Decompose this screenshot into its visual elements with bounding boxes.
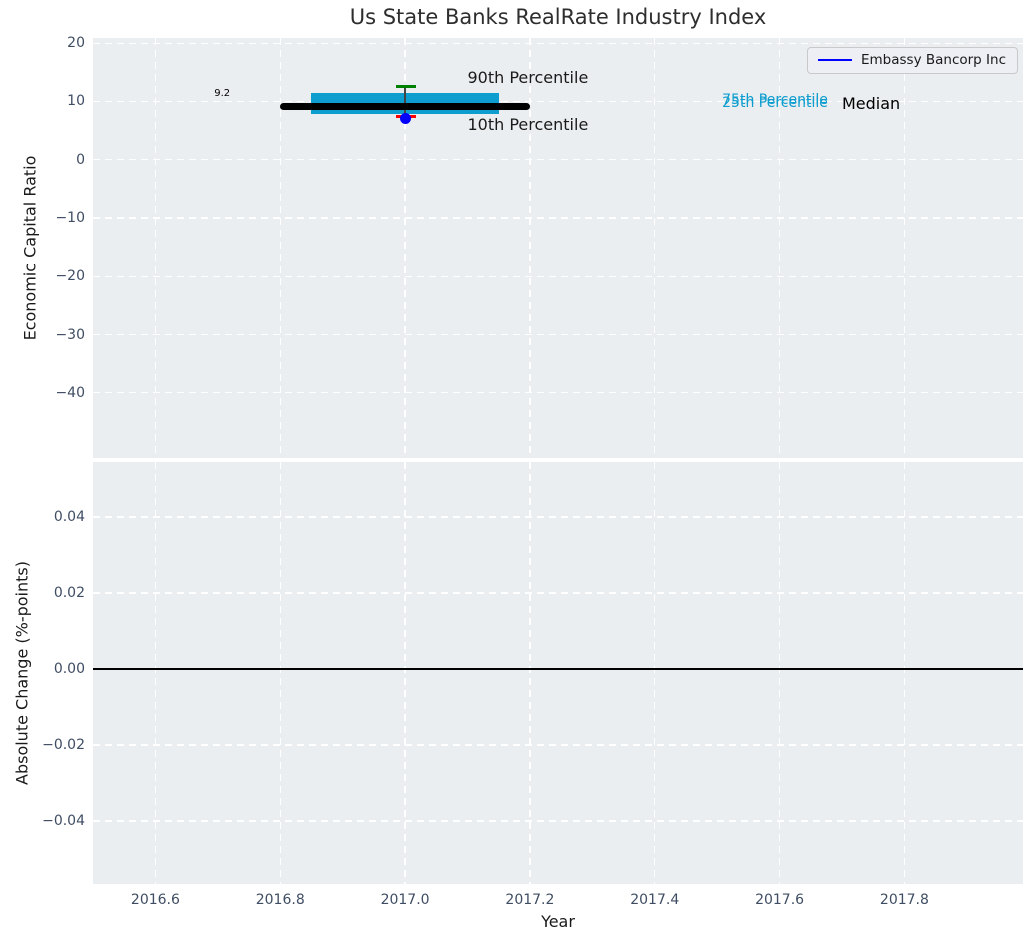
x-tick-label: 2016.8 [240,890,320,910]
x-tick-label: 2017.2 [490,890,570,910]
annotation-25th-percentile: 25th Percentile [722,96,828,110]
gridline-horizontal [93,820,1023,821]
cap-90th-percentile [396,85,417,88]
gridline-horizontal [93,334,1023,335]
annotation-90th-percentile: 90th Percentile [467,70,588,86]
y-tick-label: 0.04 [25,507,85,527]
bottom-plot-area [93,462,1023,884]
company-datapoint [400,113,411,124]
y-tick-label: −20 [25,266,85,286]
y-tick-label: 0.00 [25,659,85,679]
legend-line-sample [818,59,852,61]
legend-label: Embassy Bancorp Inc [861,52,1006,68]
top-plot-area: 9.290th Percentile10th Percentile75th Pe… [93,38,1023,458]
x-tick-label: 2017.0 [365,890,445,910]
x-tick-label: 2017.4 [615,890,695,910]
legend: Embassy Bancorp Inc [807,47,1018,74]
gridline-horizontal [93,392,1023,393]
x-axis-label: Year [93,912,1023,931]
x-tick-label: 2016.6 [115,890,195,910]
y-tick-label: −10 [25,208,85,228]
chart-title: Us State Banks RealRate Industry Index [93,5,1023,29]
whisker-line [404,87,406,116]
annotation-10th-percentile: 10th Percentile [467,117,588,133]
top-y-axis-label: Economic Capital Ratio [21,156,40,341]
gridline-horizontal [93,744,1023,745]
y-tick-label: 10 [25,91,85,111]
x-tick-label: 2017.6 [740,890,820,910]
gridline-horizontal [93,217,1023,218]
x-tick-label: 2017.8 [864,890,944,910]
gridline-horizontal [93,159,1023,160]
figure: Us State Banks RealRate Industry Index 9… [0,0,1034,942]
median-line [280,103,530,110]
y-tick-label: 0 [25,150,85,170]
zero-reference-line [93,668,1023,670]
y-tick-label: −0.04 [25,811,85,831]
gridline-horizontal [93,516,1023,517]
gridline-horizontal [93,592,1023,593]
gridline-horizontal [93,43,1023,44]
gridline-horizontal [93,276,1023,277]
y-tick-label: −40 [25,383,85,403]
y-tick-label: −0.02 [25,735,85,755]
y-tick-label: −30 [25,325,85,345]
y-tick-label: 20 [25,33,85,53]
annotation-median: Median [842,96,900,112]
annotation-9-2: 9.2 [214,89,230,99]
y-tick-label: 0.02 [25,583,85,603]
